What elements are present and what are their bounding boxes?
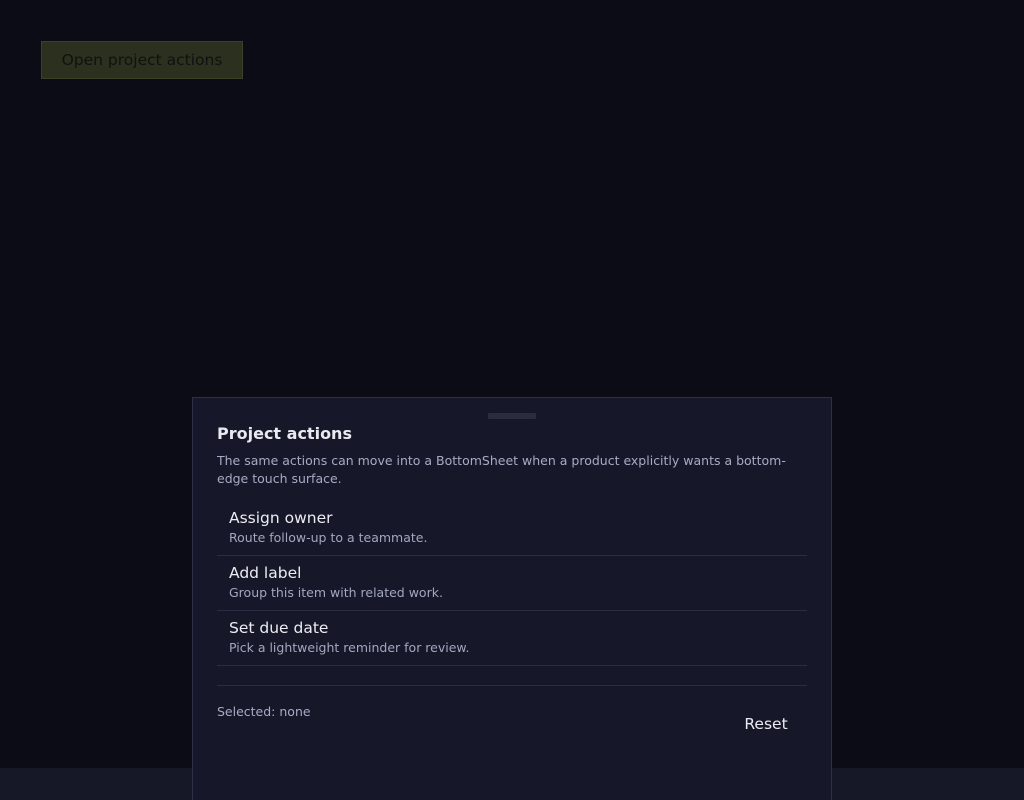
footer-divider	[217, 685, 807, 686]
page: Open project actions Project actions The…	[0, 0, 1024, 800]
drag-handle[interactable]	[488, 413, 536, 419]
action-subtitle: Route follow-up to a teammate.	[229, 530, 428, 545]
reset-button[interactable]: Reset	[727, 709, 805, 739]
action-set-due-date[interactable]: Set due date Pick a lightweight reminder…	[217, 611, 807, 666]
action-subtitle: Pick a lightweight reminder for review.	[229, 640, 470, 655]
action-add-label[interactable]: Add label Group this item with related w…	[217, 556, 807, 611]
action-subtitle: Group this item with related work.	[229, 585, 443, 600]
action-list: Assign owner Route follow-up to a teamma…	[217, 501, 807, 666]
action-title: Assign owner	[229, 509, 333, 527]
open-project-actions-button[interactable]: Open project actions	[41, 41, 243, 79]
action-title: Add label	[229, 564, 302, 582]
selected-status: Selected: none	[217, 704, 311, 719]
sheet-description: The same actions can move into a BottomS…	[217, 453, 786, 486]
action-title: Set due date	[229, 619, 329, 637]
sheet-title: Project actions	[217, 424, 352, 443]
action-assign-owner[interactable]: Assign owner Route follow-up to a teamma…	[217, 501, 807, 556]
bottom-sheet: Project actions The same actions can mov…	[192, 397, 832, 800]
